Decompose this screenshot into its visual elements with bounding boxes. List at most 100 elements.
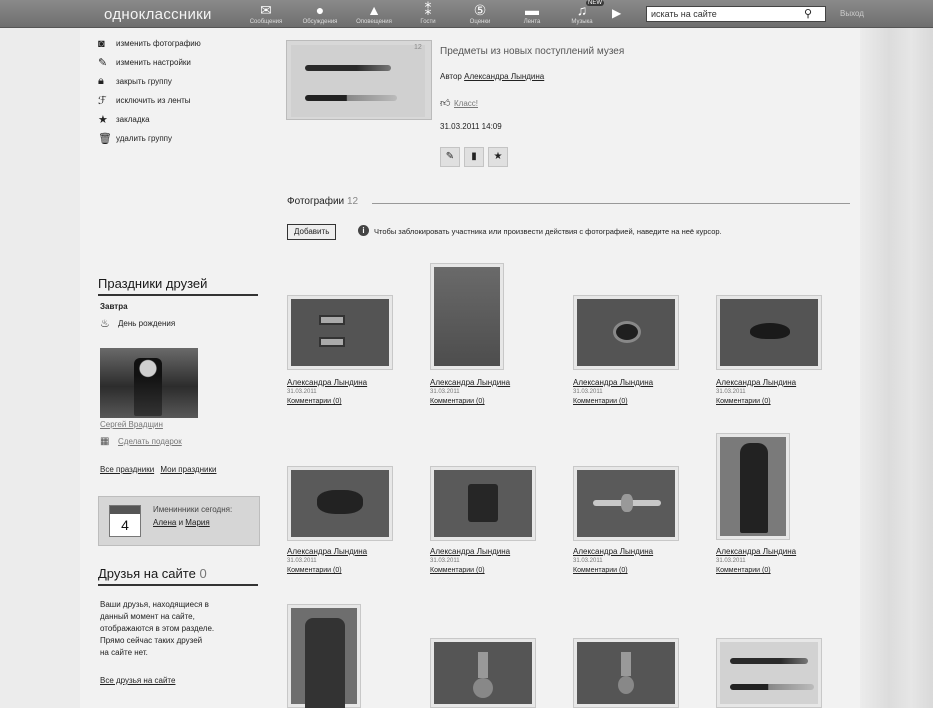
like-icon: 👍︎ [440,98,451,109]
photo-comments-link[interactable]: Комментарии (0) [430,397,540,407]
photos-section-title: Фотографии 12 [287,196,359,207]
make-gift-link[interactable]: Сделать подарок [118,437,182,446]
all-friends-online-link[interactable]: Все друзья на сайте [100,676,175,685]
nav-music[interactable]: ♫ Музыка NEW [560,0,604,28]
holiday-event: ♨ День рождения [100,318,176,330]
photo-meta-8: Александра Лындина 31.03.2011 Комментари… [716,546,826,576]
nav-notifications[interactable]: ▲ Оповещения [352,2,396,28]
star-icon: ★ [493,151,503,162]
menu-exclude-from-feed[interactable]: ℱ исключить из ленты [98,91,201,110]
album-datetime: 31.03.2011 14:09 [440,122,502,131]
album-title: Предметы из новых поступлений музея [440,46,625,57]
friends-online-title: Друзья на сайте 0 [98,566,258,586]
album-cover[interactable] [286,40,432,120]
section-divider [372,203,850,204]
friends-online-count: 0 [199,566,207,581]
left-margin [0,26,80,708]
gift-row: ▦ Сделать подарок [100,436,182,447]
edit-album-button[interactable]: ✎ [440,147,460,167]
album-author-link[interactable]: Александра Лындина [464,72,544,81]
photos-count: 12 [346,196,359,207]
knife-sheath-shape [305,65,391,71]
photo-author-link[interactable]: Александра Лындина [716,546,826,557]
camera-icon: ◙ [98,37,105,50]
namedays-names: Алена и Мария [153,518,210,527]
photo-author-link[interactable]: Александра Лындина [430,546,540,557]
play-icon[interactable]: ▶ [612,6,621,20]
photo-thumb-8[interactable] [716,433,790,540]
photo-thumb-5[interactable] [287,466,393,541]
photo-thumb-4[interactable] [716,295,822,370]
photo-author-link[interactable]: Александра Лындина [287,546,397,557]
photo-author-link[interactable]: Александра Лындина [287,377,397,388]
footprints-icon: ⁑ [424,2,432,18]
photo-comments-link[interactable]: Комментарии (0) [287,566,397,576]
like-row: 👍︎ Класс! [440,97,478,109]
add-photo-button[interactable]: Добавить [287,224,337,240]
search-icon[interactable]: ⚲ [804,7,812,20]
music-new-badge: NEW [586,0,604,6]
nameday-link-2[interactable]: Мария [185,518,209,527]
nav-messages[interactable]: ✉ Сообщения [244,2,288,28]
group-actions-menu: ◙ изменить фотографию ✎ изменить настрой… [98,34,201,148]
photo-meta-3: Александра Лындина 31.03.2011 Комментари… [573,377,683,407]
friend-photo[interactable] [100,348,198,418]
photo-author-link[interactable]: Александра Лындина [573,546,683,557]
photo-meta-4: Александра Лындина 31.03.2011 Комментари… [716,377,826,407]
photo-meta-6: Александра Лындина 31.03.2011 Комментари… [430,546,540,576]
photo-thumb-9[interactable] [287,604,361,708]
menu-bookmark[interactable]: ★ закладка [98,110,201,129]
photo-thumb-2[interactable] [430,263,504,370]
my-holidays-link[interactable]: Мои праздники [160,465,216,474]
photo-meta-7: Александра Лындина 31.03.2011 Комментари… [573,546,683,576]
nav-guests[interactable]: ⁑ Гости [406,2,450,28]
trash-icon: 🗑︎ [98,133,112,145]
delete-album-button[interactable]: ▮ [464,147,484,167]
holidays-links: Все праздники Мои праздники [100,465,216,474]
pencil-icon: ✎ [98,57,108,69]
photo-comments-link[interactable]: Комментарии (0) [716,566,826,576]
friend-name-link[interactable]: Сергей Врадщин [100,420,163,429]
photo-comments-link[interactable]: Комментарии (0) [716,397,826,407]
bell-icon: ▲ [367,2,381,18]
photo-author-link[interactable]: Александра Лындина [716,377,826,388]
like-link[interactable]: Класс! [454,99,478,108]
site-logo[interactable]: одноклассники [104,6,212,23]
photo-thumb-6[interactable] [430,466,536,541]
all-holidays-link[interactable]: Все праздники [100,465,154,474]
photo-comments-link[interactable]: Комментарии (0) [287,397,397,407]
photo-thumb-11[interactable] [573,638,679,708]
album-author-row: Автор Александра Лындина [440,72,545,81]
photo-thumb-10[interactable] [430,638,536,708]
photo-thumb-3[interactable] [573,295,679,370]
top-navigation-bar: одноклассники ✉ Сообщения ● Обсуждения ▲… [0,0,933,28]
holidays-title: Праздники друзей [98,276,258,296]
photo-comments-link[interactable]: Комментарии (0) [430,566,540,576]
knife-blade-shape [305,95,397,101]
search-input[interactable]: искать на сайте [646,6,826,22]
nav-feed[interactable]: ▬ Лента [510,2,554,28]
photo-thumb-7[interactable] [573,466,679,541]
menu-delete-group[interactable]: 🗑︎ удалить группу [98,129,201,148]
menu-close-group[interactable]: 🔒︎ закрыть группу [98,72,201,91]
menu-change-settings[interactable]: ✎ изменить настройки [98,53,201,72]
lock-icon: 🔒︎ [98,75,104,87]
bookmark-album-button[interactable]: ★ [488,147,508,167]
nameday-link-1[interactable]: Алена [153,518,176,527]
nav-ratings[interactable]: ⑤ Оценки [458,2,502,28]
envelope-icon: ✉ [260,2,272,18]
star-icon: ★ [98,114,108,126]
menu-change-photo[interactable]: ◙ изменить фотографию [98,34,201,53]
photo-thumb-12[interactable] [716,638,822,708]
friends-online-text: Ваши друзья, находящиеся в данный момент… [100,600,215,657]
photo-author-link[interactable]: Александра Лындина [573,377,683,388]
photo-comments-link[interactable]: Комментарии (0) [573,397,683,407]
photo-meta-2: Александра Лындина 31.03.2011 Комментари… [430,377,540,407]
photo-comments-link[interactable]: Комментарии (0) [573,566,683,576]
nav-discussions[interactable]: ● Обсуждения [298,2,342,28]
exit-link[interactable]: Выход [840,9,864,18]
photo-thumb-1[interactable] [287,295,393,370]
album-photo-count: 12 [414,44,422,51]
photo-author-link[interactable]: Александра Лындина [430,377,540,388]
holiday-when: Завтра [100,302,128,311]
